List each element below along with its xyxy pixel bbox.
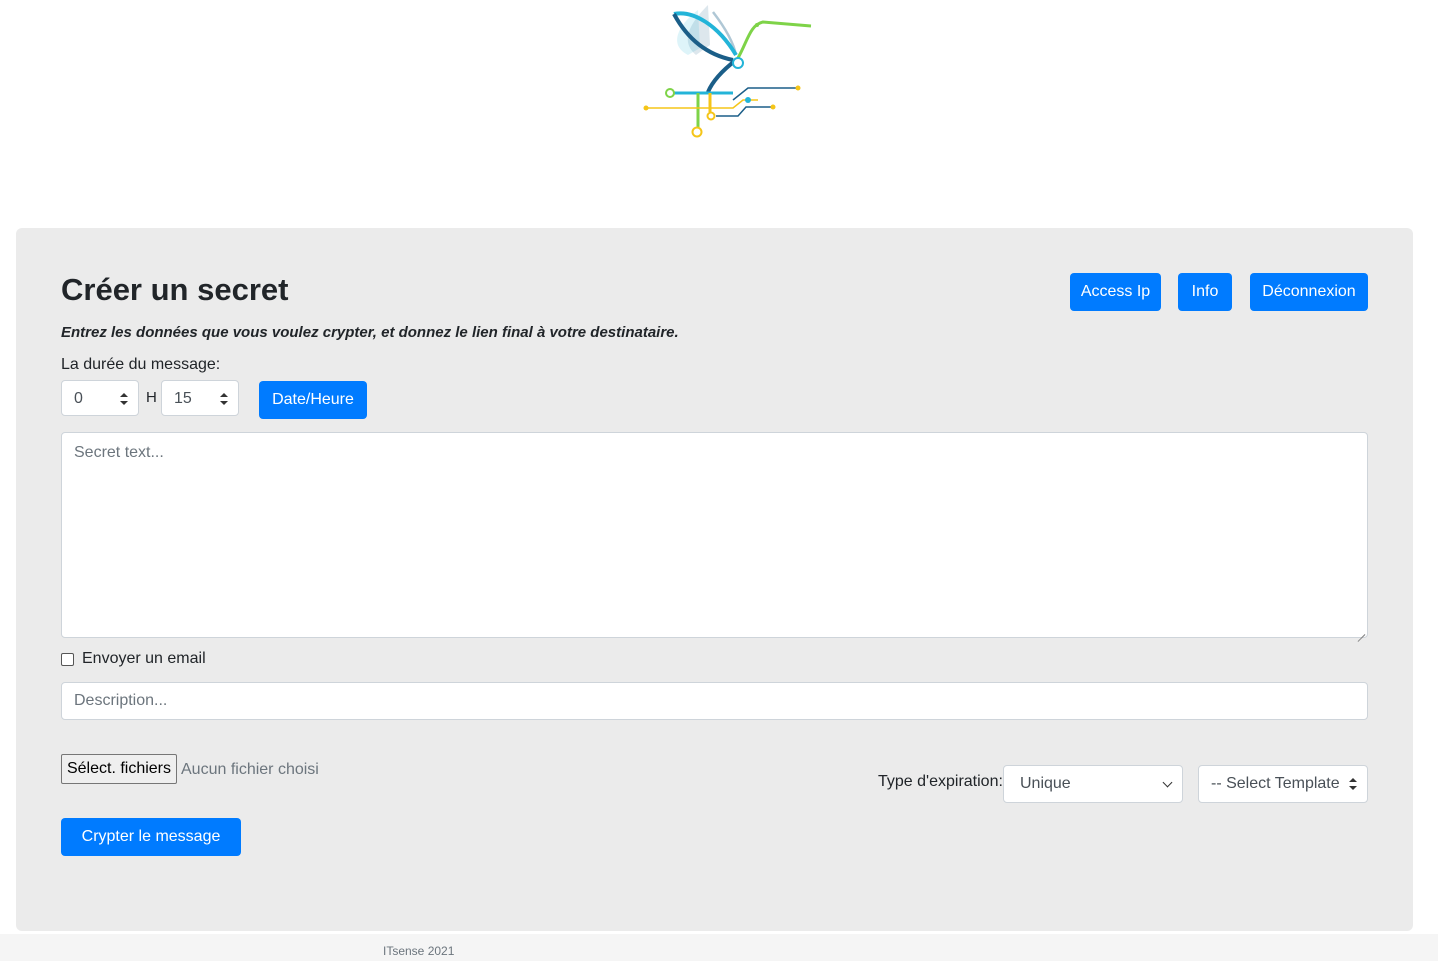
encrypt-button[interactable]: Crypter le message — [61, 818, 241, 856]
email-checkbox[interactable] — [61, 652, 74, 666]
file-status: Aucun fichier choisi — [181, 761, 319, 778]
access-ip-button[interactable]: Access Ip — [1070, 273, 1161, 311]
info-button[interactable]: Info — [1178, 273, 1232, 311]
email-checkbox-label: Envoyer un email — [82, 650, 206, 667]
hours-value: 0 — [74, 390, 83, 407]
expiration-label: Type d'expiration: — [878, 773, 1003, 790]
footer: ITsense 2021 — [0, 934, 1438, 961]
page-title: Créer un secret — [61, 272, 289, 307]
logout-button[interactable]: Déconnexion — [1250, 273, 1368, 311]
template-select[interactable]: -- Select Template — [1198, 765, 1368, 803]
instructions-text: Entrez les données que vous voulez crypt… — [61, 324, 679, 341]
email-option[interactable]: Envoyer un email — [61, 650, 206, 668]
spinner-icon — [1349, 778, 1357, 790]
minutes-value: 15 — [174, 390, 192, 407]
hummingbird-logo — [643, 5, 812, 138]
spinner-icon[interactable] — [220, 393, 228, 405]
secret-textarea[interactable]: Secret text... — [61, 432, 1368, 638]
hours-input[interactable]: 0 — [61, 380, 139, 416]
expiration-value: Unique — [1020, 775, 1071, 792]
footer-copyright: ITsense 2021 — [383, 944, 455, 958]
minutes-input[interactable]: 15 — [161, 380, 239, 416]
expiration-select[interactable]: Unique — [1003, 765, 1183, 803]
template-value: -- Select Template — [1211, 775, 1340, 792]
secret-placeholder: Secret text... — [74, 444, 164, 461]
description-placeholder: Description... — [74, 692, 168, 709]
file-select-button[interactable]: Sélect. fichiers — [61, 754, 177, 784]
datetime-button[interactable]: Date/Heure — [259, 381, 367, 419]
hours-unit-label: H — [146, 389, 157, 406]
chevron-down-icon — [1162, 777, 1173, 788]
description-input[interactable]: Description... — [61, 682, 1368, 720]
create-secret-card: Créer un secret Access Ip Info Déconnexi… — [16, 228, 1413, 931]
resize-handle-icon[interactable] — [1357, 627, 1365, 635]
duration-label: La durée du message: — [61, 356, 221, 373]
spinner-icon[interactable] — [120, 393, 128, 405]
